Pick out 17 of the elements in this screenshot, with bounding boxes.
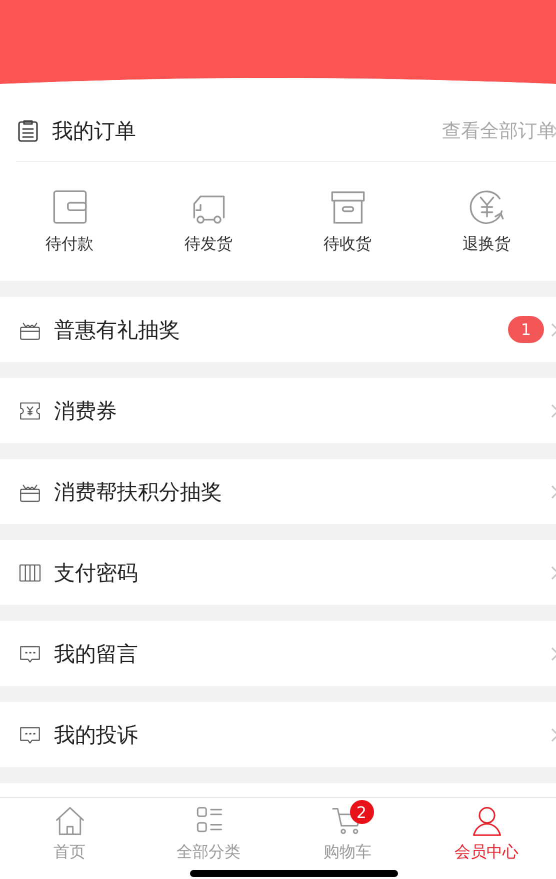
menu-item[interactable]: 消费帮扶积分抽奖 — [54, 478, 222, 506]
order-status-link[interactable]: 待收货 — [324, 234, 372, 255]
order-status-link[interactable]: 待发货 — [184, 234, 232, 255]
order-status-link[interactable]: 待付款 — [46, 234, 94, 255]
menu-item[interactable]: 普惠有礼抽奖 — [54, 316, 180, 344]
yen-refresh-icon — [468, 188, 506, 226]
menu-item[interactable]: 支付密码 — [54, 558, 138, 586]
cart-count-badge: 2 — [350, 800, 374, 824]
menu-item[interactable]: 我的投诉 — [54, 720, 138, 748]
menu-item[interactable]: 我的留言 — [54, 640, 138, 668]
clipboard-icon — [16, 118, 40, 142]
count-badge: 1 — [508, 316, 544, 343]
order-status-link[interactable]: 退换货 — [462, 234, 510, 255]
menu-item[interactable]: 消费券 — [54, 396, 117, 424]
wallet-icon — [50, 188, 88, 226]
orders-title: 我的订单 — [52, 118, 136, 144]
tab-bar-item[interactable]: 会员中心 — [417, 804, 556, 868]
